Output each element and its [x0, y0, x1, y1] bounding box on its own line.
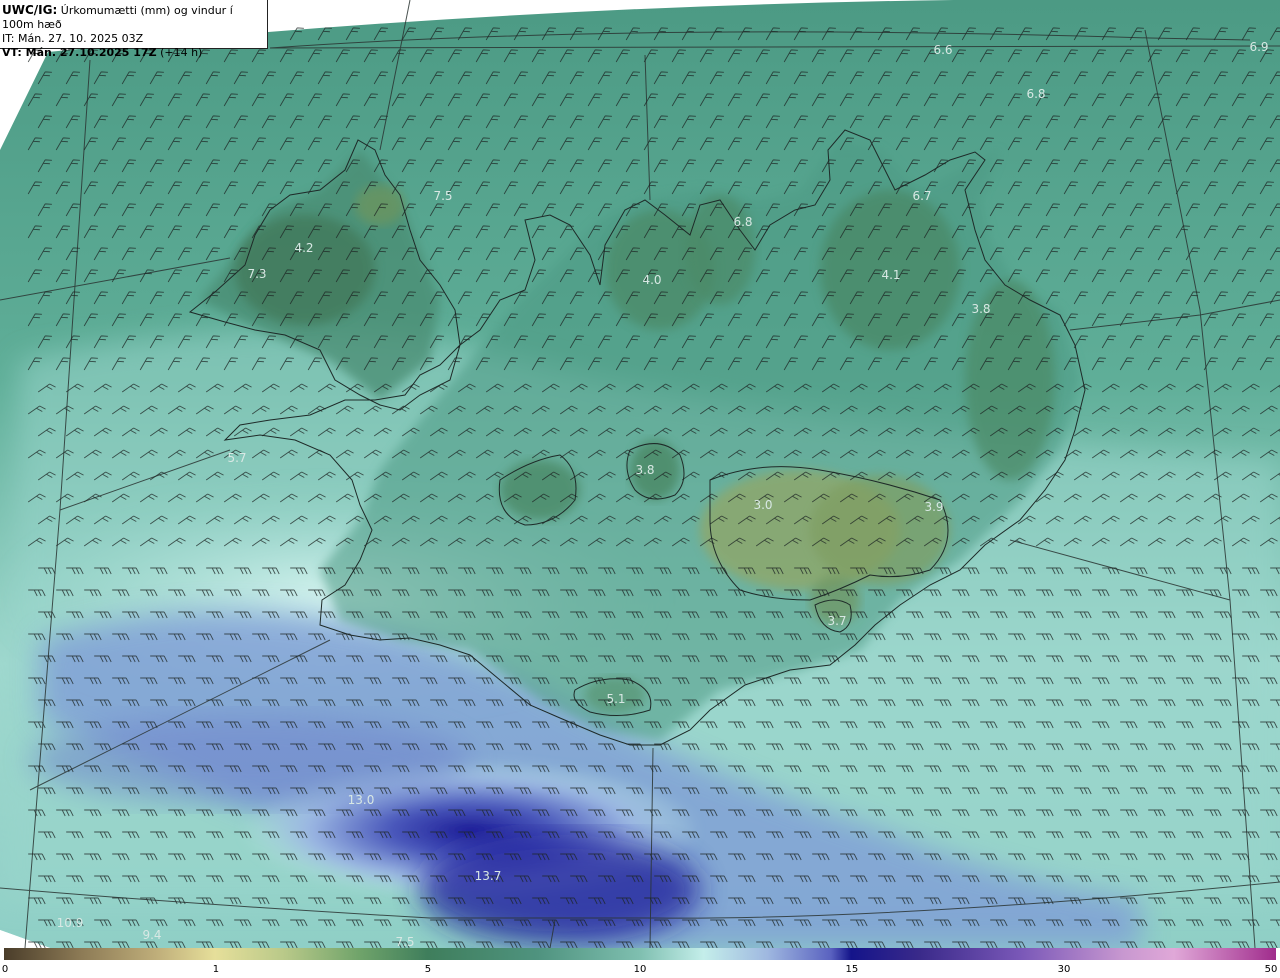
valid-time: VT: Mán. 27.10.2025 17Z (+14 h)	[2, 46, 267, 60]
title-line: UWC/IG: Úrkomumætti (mm) og vindur í 100…	[2, 3, 267, 32]
colorbar-tick-label: 50	[1264, 964, 1278, 975]
map-canvas	[0, 0, 1280, 948]
forecast-lead: (+14 h)	[160, 46, 203, 59]
colorbar-tick-label: 5	[424, 964, 432, 975]
colorbar: 0 1 5 10 15 30 50	[0, 948, 1280, 978]
colorbar-tick-label: 15	[845, 964, 859, 975]
map-title-box: UWC/IG: Úrkomumætti (mm) og vindur í 100…	[0, 0, 268, 59]
colorbar-tick-label: 30	[1057, 964, 1071, 975]
colorbar-tick-label: 10	[633, 964, 647, 975]
colorbar-strip	[4, 948, 1276, 960]
init-time: IT: Mán. 27. 10. 2025 03Z	[2, 32, 144, 45]
colorbar-tick-label: 1	[212, 964, 220, 975]
forecast-map[interactable]: 6.6 6.9 6.8 7.5 6.7 6.8 4.2 7.3 4.0 4.1 3.8 5.7 3.8 3…	[0, 0, 1280, 948]
model-source: UWC/IG:	[2, 3, 58, 17]
valid-time-main: VT: Mán. 27.10.2025 17Z	[2, 46, 157, 59]
colorbar-tick-label: 0	[1, 964, 9, 975]
